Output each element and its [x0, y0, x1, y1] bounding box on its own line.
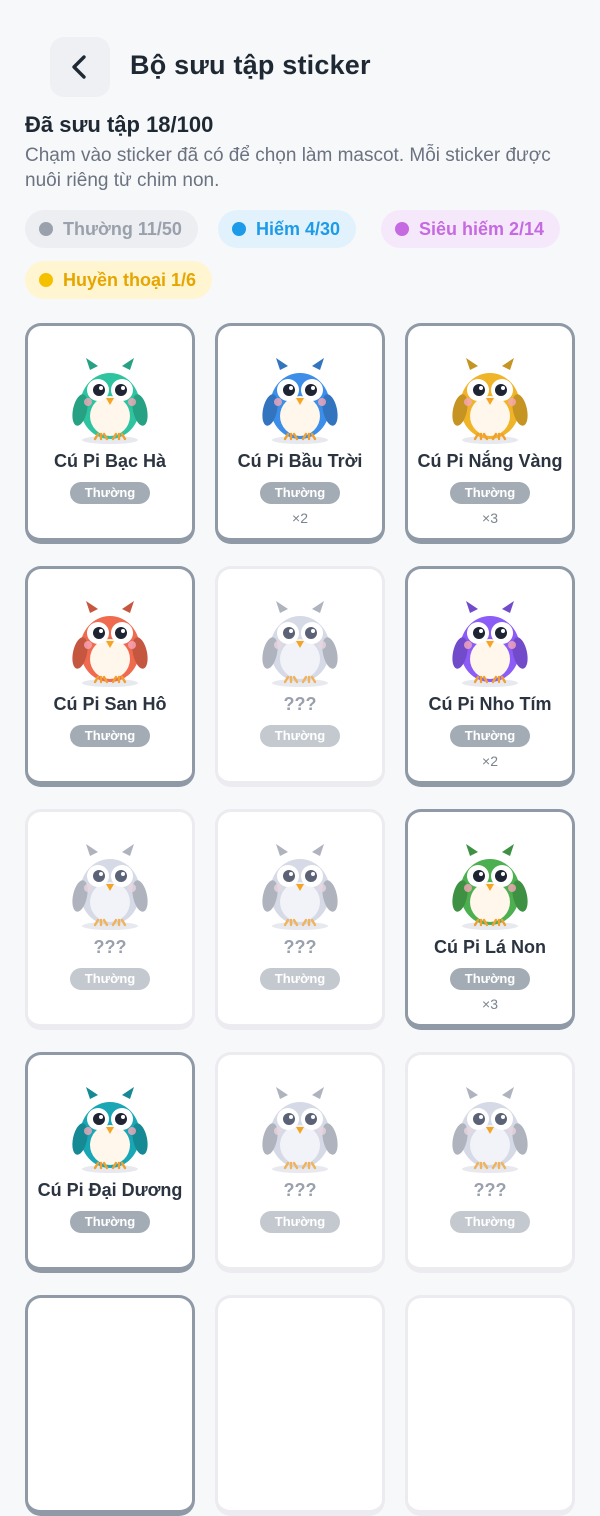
- owl-icon: [262, 844, 338, 930]
- owl-icon: [262, 1087, 338, 1173]
- rarity-badge: Thường: [450, 1211, 530, 1233]
- rarity-badge: Thường: [70, 968, 150, 990]
- collection-hint: Chạm vào sticker đã có để chọn làm masco…: [25, 145, 551, 191]
- sticker-card[interactable]: ??? Thường: [215, 809, 385, 1030]
- owl-icon: [72, 601, 148, 687]
- rarity-badge: Thường: [450, 725, 530, 747]
- collection-progress: Đã sưu tập 18/100: [25, 112, 214, 137]
- filter-chip-super-rare[interactable]: Siêu hiếm 2/14: [381, 210, 561, 248]
- dot-icon: [39, 222, 53, 236]
- sticker-name: Cú Pi Bạc Hà: [53, 451, 167, 471]
- sticker-card[interactable]: Cú Pi Bạc Hà Thường: [25, 323, 195, 544]
- owl-icon: [72, 358, 148, 444]
- filter-chip-common[interactable]: Thường 11/50: [25, 210, 198, 248]
- sticker-name: ???: [283, 937, 317, 957]
- dot-icon: [395, 222, 409, 236]
- duplicate-count: ×2: [482, 753, 498, 769]
- owl-icon: [452, 1087, 528, 1173]
- filter-chip-legendary[interactable]: Huyền thoại 1/6: [25, 261, 213, 299]
- filter-chip-label: Siêu hiếm 2/14: [419, 218, 545, 239]
- sticker-name: ???: [473, 1180, 507, 1200]
- rarity-badge: Thường: [70, 1211, 150, 1233]
- filter-chip-rare[interactable]: Hiếm 4/30: [218, 210, 357, 248]
- duplicate-count: ×3: [482, 996, 498, 1012]
- sticker-card[interactable]: [215, 1295, 385, 1516]
- owl-icon: [262, 601, 338, 687]
- filter-chip-label: Thường 11/50: [63, 218, 182, 239]
- dot-icon: [232, 222, 246, 236]
- sticker-name: ???: [93, 937, 127, 957]
- owl-icon: [72, 844, 148, 930]
- sticker-name: Cú Pi San Hô: [53, 694, 167, 714]
- sticker-card[interactable]: [405, 1295, 575, 1516]
- sticker-name: Cú Pi Nắng Vàng: [417, 451, 563, 471]
- owl-icon: [262, 358, 338, 444]
- back-button[interactable]: [50, 37, 110, 97]
- owl-icon: [452, 844, 528, 930]
- owl-icon: [452, 358, 528, 444]
- sticker-card[interactable]: [25, 1295, 195, 1516]
- sticker-card[interactable]: Cú Pi Lá Non Thường ×3: [405, 809, 575, 1030]
- sticker-name: Cú Pi Nho Tím: [428, 694, 552, 714]
- rarity-badge: Thường: [260, 968, 340, 990]
- rarity-badge: Thường: [450, 968, 530, 990]
- duplicate-count: ×3: [482, 510, 498, 526]
- dot-icon: [39, 273, 53, 287]
- sticker-name: ???: [283, 1180, 317, 1200]
- sticker-card[interactable]: Cú Pi Bầu Trời Thường ×2: [215, 323, 385, 544]
- sticker-card[interactable]: Cú Pi Nắng Vàng Thường ×3: [405, 323, 575, 544]
- rarity-badge: Thường: [450, 482, 530, 504]
- sticker-card[interactable]: ??? Thường: [215, 566, 385, 787]
- duplicate-count: ×2: [292, 510, 308, 526]
- sticker-name: Cú Pi Đại Dương: [37, 1180, 183, 1200]
- sticker-name: ???: [283, 694, 317, 714]
- sticker-card[interactable]: ??? Thường: [215, 1052, 385, 1273]
- owl-icon: [72, 1087, 148, 1173]
- rarity-badge: Thường: [260, 482, 340, 504]
- sticker-card[interactable]: Cú Pi Đại Dương Thường: [25, 1052, 195, 1273]
- sticker-card[interactable]: Cú Pi Nho Tím Thường ×2: [405, 566, 575, 787]
- rarity-badge: Thường: [70, 725, 150, 747]
- page-title: Bộ sưu tập sticker: [130, 50, 371, 80]
- sticker-name: Cú Pi Lá Non: [434, 937, 546, 957]
- sticker-name: Cú Pi Bầu Trời: [237, 451, 363, 471]
- sticker-card[interactable]: ??? Thường: [405, 1052, 575, 1273]
- rarity-badge: Thường: [260, 1211, 340, 1233]
- filter-chip-label: Huyền thoại 1/6: [63, 269, 197, 290]
- chevron-left-icon: [72, 55, 86, 79]
- sticker-card[interactable]: Cú Pi San Hô Thường: [25, 566, 195, 787]
- filter-chip-label: Hiếm 4/30: [256, 218, 341, 239]
- owl-icon: [452, 601, 528, 687]
- sticker-card[interactable]: ??? Thường: [25, 809, 195, 1030]
- rarity-badge: Thường: [70, 482, 150, 504]
- rarity-badge: Thường: [260, 725, 340, 747]
